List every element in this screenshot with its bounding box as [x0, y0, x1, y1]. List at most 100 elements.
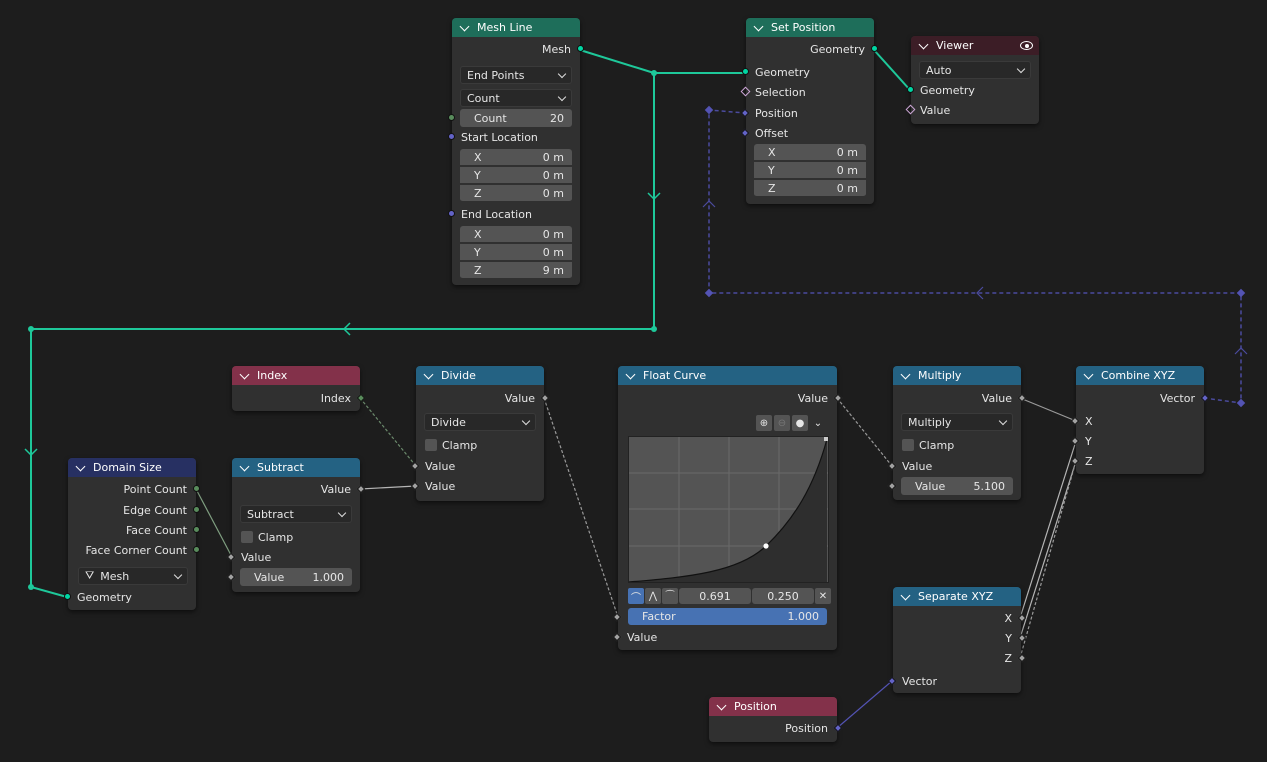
auto-handle-icon[interactable]: ⌒	[628, 588, 644, 604]
multiply-node[interactable]: Multiply Value Multiply Clamp Value Valu…	[887, 366, 1027, 500]
face-count-socket[interactable]	[193, 526, 200, 533]
chevron-down-icon[interactable]	[459, 21, 470, 31]
input-value-1: Value	[410, 456, 544, 476]
node-header[interactable]: Float Curve	[618, 366, 837, 385]
point-x-field[interactable]: 0.691	[679, 588, 751, 604]
offset-z-field[interactable]: Z0 m	[754, 180, 866, 197]
count-field[interactable]: Count 20	[460, 109, 572, 127]
node-header[interactable]: Subtract	[232, 458, 360, 477]
chevron-down-icon[interactable]	[918, 39, 929, 49]
value-field[interactable]: Value 5.100	[901, 477, 1013, 495]
chevron-down-icon[interactable]	[1083, 369, 1094, 379]
viewer-node[interactable]: Viewer Auto Geometry Value	[905, 36, 1039, 124]
input-value-1: Value	[226, 547, 360, 567]
component-dropdown[interactable]: ⛛ Mesh	[78, 567, 188, 585]
node-header[interactable]: Separate XYZ	[893, 587, 1021, 606]
curve-point[interactable]	[763, 543, 769, 549]
end-y-field[interactable]: Y0 m	[460, 244, 572, 261]
divide-node[interactable]: Divide Value Divide Clamp Value Value	[410, 366, 550, 501]
point-count-socket[interactable]	[193, 485, 200, 492]
output-geometry: Geometry	[746, 39, 878, 59]
combine-xyz-node[interactable]: Combine XYZ Vector X Y Z	[1070, 366, 1210, 474]
chevron-down-icon[interactable]	[900, 369, 911, 379]
node-title: Divide	[441, 369, 476, 382]
chevron-down-icon[interactable]	[423, 369, 434, 379]
chevron-down-icon[interactable]	[753, 21, 764, 31]
node-header[interactable]: Domain Size	[68, 458, 196, 477]
start-z-field[interactable]: Z0 m	[460, 185, 572, 202]
chevron-down-icon	[521, 416, 531, 425]
offset-x-field[interactable]: X0 m	[754, 144, 866, 161]
close-icon[interactable]: ✕	[815, 588, 831, 604]
chevron-down-icon[interactable]	[75, 461, 86, 471]
end-z-field[interactable]: Z9 m	[460, 262, 572, 279]
curve-graph[interactable]	[628, 437, 828, 583]
geometry-socket[interactable]	[907, 86, 914, 93]
subtract-node[interactable]: Subtract Value Subtract Clamp Value Valu…	[226, 458, 366, 592]
input-vector: Vector	[887, 671, 1021, 691]
operation-dropdown[interactable]: Subtract	[240, 505, 352, 523]
index-node[interactable]: Index Index	[232, 366, 366, 411]
chevron-down-icon[interactable]	[239, 369, 250, 379]
float-curve-node[interactable]: Float Curve Value ⊕ ⊖ ● ⌄ ⌒ ⋀ ⁀ 0.691 0.…	[612, 366, 843, 650]
node-header[interactable]: Multiply	[893, 366, 1021, 385]
checkbox-icon[interactable]	[241, 531, 253, 543]
output-value: Value	[893, 388, 1027, 408]
clamp-checkbox[interactable]: Clamp	[232, 527, 360, 547]
mesh-socket[interactable]	[577, 45, 584, 52]
chevron-down-icon[interactable]	[239, 461, 250, 471]
start-y-field[interactable]: Y0 m	[460, 167, 572, 184]
eye-icon[interactable]	[1020, 41, 1033, 50]
operation-dropdown[interactable]: Multiply	[901, 413, 1013, 431]
set-position-node[interactable]: Set Position Geometry Geometry Selection…	[740, 18, 878, 204]
zoom-in-icon[interactable]: ⊕	[756, 415, 772, 431]
start-location-socket[interactable]	[448, 133, 455, 140]
checkbox-icon[interactable]	[902, 439, 914, 451]
checkbox-icon[interactable]	[425, 439, 437, 451]
output-index: Index	[232, 388, 366, 408]
clip-icon[interactable]: ●	[792, 415, 808, 431]
curve-editor[interactable]	[628, 436, 829, 583]
free-handle-icon[interactable]: ⁀	[662, 588, 678, 604]
chevron-down-icon[interactable]	[900, 590, 911, 600]
domain-size-node[interactable]: Domain Size Point Count Edge Count Face …	[64, 458, 200, 610]
edge-count-socket[interactable]	[193, 506, 200, 513]
mesh-line-node[interactable]: Mesh Line Mesh End Points Count Count 20 …	[448, 18, 584, 285]
chevron-down-icon[interactable]: ⌄	[810, 415, 826, 431]
mode-dropdown[interactable]: End Points	[460, 66, 572, 84]
vector-handle-icon[interactable]: ⋀	[645, 588, 661, 604]
separate-xyz-node[interactable]: Separate XYZ X Y Z Vector	[887, 587, 1027, 693]
geometry-in-socket[interactable]	[742, 68, 749, 75]
node-header[interactable]: Combine XYZ	[1076, 366, 1204, 385]
operation-dropdown[interactable]: Divide	[424, 413, 536, 431]
chevron-down-icon[interactable]	[625, 369, 636, 379]
input-selection: Selection	[740, 82, 874, 102]
node-header[interactable]: Position	[709, 697, 837, 716]
offset-y-field[interactable]: Y0 m	[754, 162, 866, 179]
domain-dropdown[interactable]: Auto	[919, 61, 1031, 79]
end-location-socket[interactable]	[448, 210, 455, 217]
end-x-field[interactable]: X0 m	[460, 226, 572, 243]
geometry-socket[interactable]	[64, 593, 71, 600]
zoom-out-icon[interactable]: ⊖	[774, 415, 790, 431]
point-y-field[interactable]: 0.250	[752, 588, 814, 604]
chevron-down-icon[interactable]	[716, 700, 727, 710]
node-header[interactable]: Viewer	[911, 36, 1039, 55]
node-title: Separate XYZ	[918, 590, 994, 603]
value-field[interactable]: Value 1.000	[240, 568, 352, 586]
factor-field[interactable]: Factor 1.000	[628, 608, 827, 625]
start-x-field[interactable]: X0 m	[460, 149, 572, 166]
node-header[interactable]: Divide	[416, 366, 544, 385]
clamp-checkbox[interactable]: Clamp	[416, 435, 544, 455]
count-mode-dropdown[interactable]: Count	[460, 89, 572, 107]
geometry-out-socket[interactable]	[871, 45, 878, 52]
position-node[interactable]: Position Position	[709, 697, 843, 742]
face-corner-count-socket[interactable]	[193, 546, 200, 553]
input-position: Position	[740, 103, 874, 123]
input-geometry: Geometry	[742, 62, 874, 82]
count-socket[interactable]	[448, 114, 455, 121]
node-header[interactable]: Mesh Line	[452, 18, 580, 37]
node-header[interactable]: Index	[232, 366, 360, 385]
clamp-checkbox[interactable]: Clamp	[893, 435, 1021, 455]
node-header[interactable]: Set Position	[746, 18, 874, 37]
